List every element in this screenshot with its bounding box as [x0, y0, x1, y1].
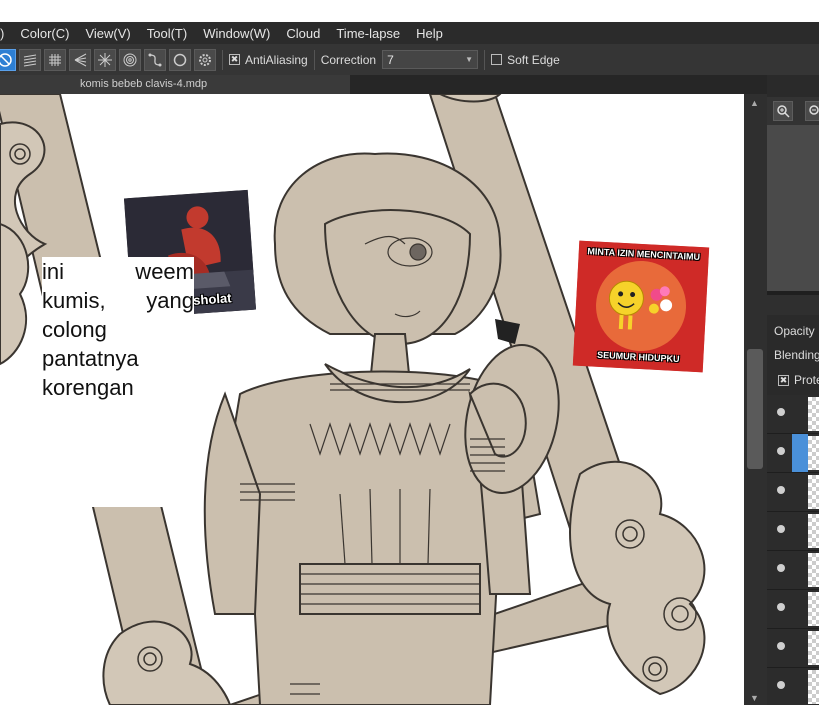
layer-thumbnail: [808, 436, 819, 470]
menu-partial[interactable]: ): [0, 26, 12, 41]
layer-row[interactable]: [767, 668, 819, 705]
eye-icon[interactable]: [777, 564, 785, 572]
zoom-out-button[interactable]: [805, 101, 819, 121]
toolbar-divider: [222, 49, 223, 70]
layer-list: [767, 395, 819, 705]
curve-ruler-button[interactable]: [144, 48, 166, 71]
note-line-5: korengan: [42, 375, 134, 400]
layer-thumbnail: [808, 553, 819, 587]
document-tab-title: komis bebeb clavis-4.mdp: [80, 78, 208, 90]
eye-icon[interactable]: [777, 642, 785, 650]
canvas-vertical-scrollbar[interactable]: ▲ ▼: [744, 94, 767, 705]
menu-view[interactable]: View(V): [77, 26, 138, 41]
eye-icon[interactable]: [777, 603, 785, 611]
eye-icon[interactable]: [777, 681, 785, 689]
selected-layer-indicator: [792, 434, 808, 472]
parallel-ruler-button[interactable]: [19, 48, 41, 71]
radial-ruler-button[interactable]: [94, 48, 116, 71]
ellipse-ruler-button[interactable]: [169, 48, 191, 71]
opacity-label: Opacity: [774, 324, 815, 338]
right-panel: Opacity Blending ✖ Prote: [767, 75, 819, 705]
eye-icon[interactable]: [777, 447, 785, 455]
note-line-3: colong: [42, 317, 107, 342]
note-line-4: pantatnya: [42, 346, 139, 371]
layer-panel-header: [767, 295, 819, 315]
layer-row[interactable]: [767, 629, 819, 668]
text-note: ini weem kumis, yang colong pantatnya ko…: [42, 257, 194, 507]
magnifier-minus-icon: [809, 105, 819, 115]
eye-icon[interactable]: [777, 525, 785, 533]
soft-edge-checkbox[interactable]: [491, 54, 503, 65]
antialiasing-label: AntiAliasing: [245, 52, 308, 67]
layer-row[interactable]: [767, 590, 819, 629]
menu-color[interactable]: Color(C): [12, 26, 77, 41]
layer-thumbnail: [808, 631, 819, 665]
layer-thumbnail: [808, 475, 819, 509]
correction-value: 7: [387, 52, 394, 67]
layer-row[interactable]: [767, 395, 819, 434]
scrollbar-thumb[interactable]: [747, 349, 763, 469]
concentric-ruler-button[interactable]: [119, 48, 141, 71]
drawing-canvas[interactable]: reflek sholat MINTA IZIN MENCINTAIMU SEU…: [0, 94, 744, 705]
protect-alpha-toggle[interactable]: ✖ Prote: [778, 373, 819, 387]
menu-window[interactable]: Window(W): [195, 26, 278, 41]
perspective-ruler-button[interactable]: [69, 48, 91, 71]
menu-cloud[interactable]: Cloud: [278, 26, 328, 41]
menu-help[interactable]: Help: [408, 26, 451, 41]
document-tab-bar: komis bebeb clavis-4.mdp: [0, 75, 767, 94]
layer-thumbnail: [808, 592, 819, 626]
correction-select[interactable]: 7 ▼: [382, 50, 479, 69]
ruler-settings-button[interactable]: [194, 48, 216, 71]
zoom-in-button[interactable]: [773, 101, 793, 121]
tool-options-bar: ✖ AntiAliasing Correction 7 ▼ Soft Edge: [0, 44, 819, 75]
chevron-down-icon: ▼: [465, 55, 474, 64]
navigator-header: [767, 75, 819, 97]
gear-icon: [199, 53, 211, 66]
layer-row[interactable]: [767, 551, 819, 590]
layer-thumbnail: [808, 397, 819, 431]
layer-row[interactable]: [767, 512, 819, 551]
no-ruler-button[interactable]: [0, 48, 16, 71]
grid-icon: [49, 53, 61, 66]
layer-thumbnail: [808, 514, 819, 548]
meme-sticker-minta-izin[interactable]: MINTA IZIN MENCINTAIMU SEUMUR HIDUPKU: [572, 240, 710, 373]
toolbar-divider: [313, 49, 315, 70]
window-top-strip: [0, 0, 819, 22]
note-line-1: ini weem: [42, 259, 194, 284]
menu-tool[interactable]: Tool(T): [139, 26, 195, 41]
scroll-up-arrow-icon[interactable]: ▲: [750, 98, 759, 108]
eye-icon[interactable]: [777, 408, 785, 416]
concentric-circles-icon: [123, 53, 137, 66]
navigator-toolbar: [767, 97, 819, 125]
magnifier-icon: [777, 105, 790, 118]
ellipse-icon: [173, 53, 187, 66]
soft-edge-label: Soft Edge: [507, 52, 560, 67]
correction-label: Correction: [320, 52, 377, 67]
prohibit-icon: [0, 52, 12, 67]
radial-lines-icon: [98, 52, 112, 67]
curve-icon: [148, 53, 162, 66]
antialiasing-checkbox[interactable]: ✖: [229, 54, 240, 65]
toolbar-divider: [484, 49, 486, 70]
eye-icon[interactable]: [777, 486, 785, 494]
layer-row-selected[interactable]: [767, 434, 819, 473]
menu-bar: ) Color(C) View(V) Tool(T) Window(W) Clo…: [0, 22, 819, 44]
parallel-lines-icon: [23, 54, 37, 66]
protect-checkbox[interactable]: ✖: [778, 374, 789, 386]
layer-thumbnail: [808, 670, 819, 704]
grid-ruler-button[interactable]: [44, 48, 66, 71]
blending-label: Blending: [774, 348, 819, 362]
layer-row[interactable]: [767, 473, 819, 512]
menu-time-lapse[interactable]: Time-lapse: [328, 26, 408, 41]
scroll-down-arrow-icon[interactable]: ▼: [750, 693, 759, 703]
document-tab[interactable]: komis bebeb clavis-4.mdp: [0, 75, 350, 94]
navigator-preview[interactable]: [767, 125, 819, 291]
vanishing-point-icon: [74, 53, 87, 66]
note-line-2: kumis, yang: [42, 288, 194, 313]
protect-label: Prote: [794, 373, 819, 387]
